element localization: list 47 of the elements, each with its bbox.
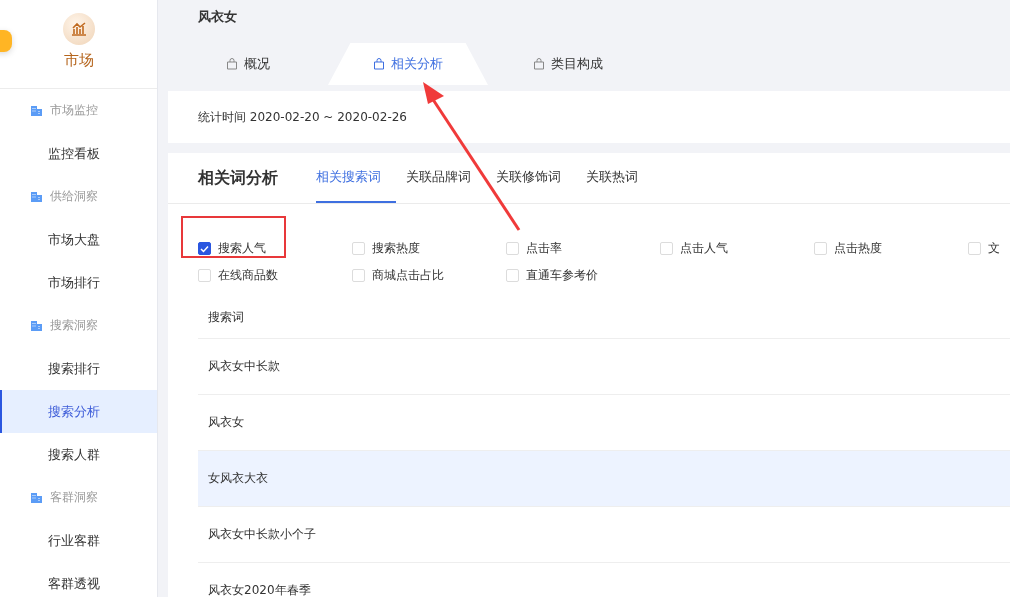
period-text: 统计时间 2020-02-20 ~ 2020-02-26 — [197, 109, 408, 126]
tab[interactable]: 类目构成 — [488, 43, 648, 85]
tab[interactable]: 概况 — [168, 43, 328, 85]
sidebar-item[interactable]: 监控看板 — [0, 132, 157, 175]
group-title: 客群洞察 — [50, 489, 98, 506]
sidebar-item[interactable]: 客群透视 — [0, 562, 157, 597]
subtab[interactable]: 相关搜索词 — [316, 153, 396, 203]
sidebar-item[interactable]: 行业客群 — [0, 519, 157, 562]
checkbox-label: 直通车参考价 — [526, 267, 598, 284]
sidebar-item[interactable]: 搜索分析 — [0, 390, 157, 433]
table-cell: 女风衣大衣 — [208, 470, 268, 487]
checkbox-label: 在线商品数 — [218, 267, 278, 284]
table-cell: 风衣女2020年春季 — [208, 582, 311, 597]
checkbox[interactable] — [198, 242, 211, 255]
bag-icon — [373, 58, 385, 70]
group-title: 市场监控 — [50, 102, 98, 119]
subtab[interactable]: 关联热词 — [586, 153, 676, 203]
building-icon — [30, 190, 43, 203]
group-title: 供给洞察 — [50, 188, 98, 205]
checkbox-label: 点击热度 — [834, 240, 882, 257]
table-cell: 风衣女 — [208, 414, 244, 431]
sidebar-item[interactable]: 市场排行 — [0, 261, 157, 304]
page-title: 风衣女 — [197, 8, 238, 26]
building-icon — [30, 491, 43, 504]
tab[interactable]: 相关分析 — [328, 43, 488, 85]
column-header: 搜索词 — [208, 308, 244, 326]
checkbox-label: 搜索热度 — [372, 240, 420, 257]
bag-icon — [533, 58, 545, 70]
table-cell: 风衣女中长款 — [208, 358, 280, 375]
logo-label: 市场 — [63, 51, 94, 70]
checkbox-label: 商城点击占比 — [372, 267, 444, 284]
checkbox-label: 搜索人气 — [218, 240, 266, 257]
chart-icon — [62, 13, 95, 45]
sidebar-item[interactable]: 市场大盘 — [0, 218, 157, 261]
building-icon — [30, 319, 43, 332]
sidebar-item[interactable]: 搜索人群 — [0, 433, 157, 476]
group-title: 搜索洞察 — [50, 317, 98, 334]
building-icon — [30, 104, 43, 117]
bag-icon — [226, 58, 238, 70]
checkbox-label: 点击率 — [526, 240, 562, 257]
section-title: 相关词分析 — [198, 167, 278, 189]
checkbox-label: 点击人气 — [680, 240, 728, 257]
table-cell: 风衣女中长款小个子 — [208, 526, 316, 543]
sidebar-item[interactable]: 搜索排行 — [0, 347, 157, 390]
checkbox-label: 文 — [988, 240, 1000, 257]
subtab[interactable]: 关联修饰词 — [496, 153, 586, 203]
subtab[interactable]: 关联品牌词 — [406, 153, 496, 203]
